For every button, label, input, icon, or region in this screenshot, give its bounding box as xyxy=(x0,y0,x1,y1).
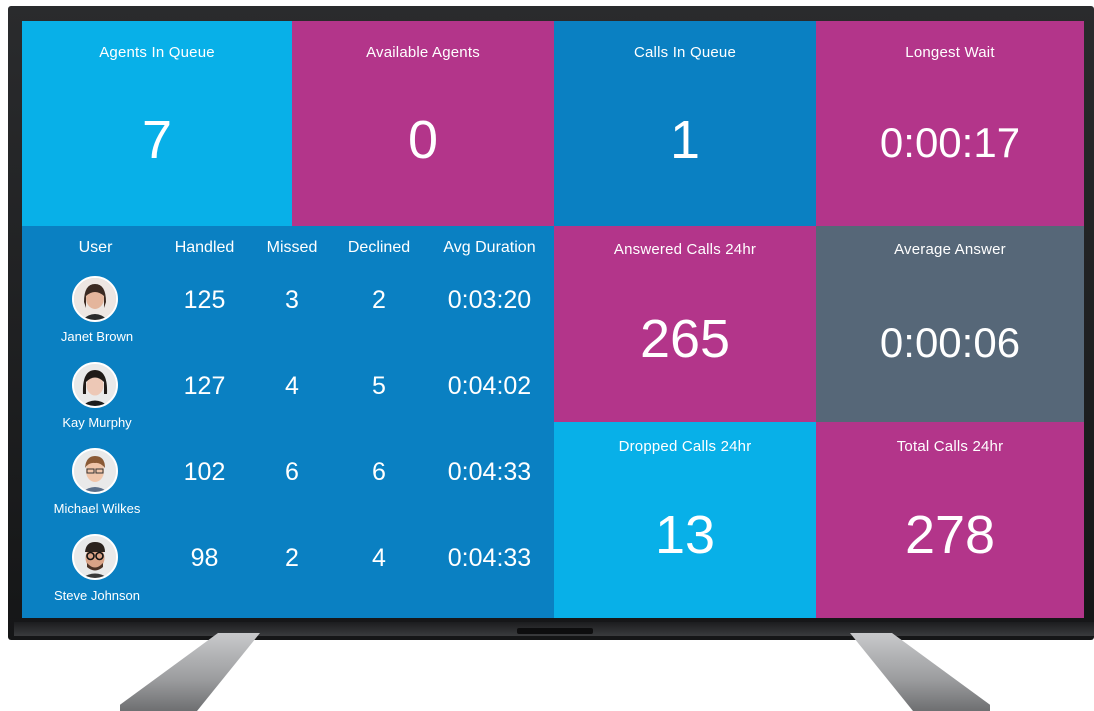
tile-answered-calls: Answered Calls 24hr 265 xyxy=(554,226,816,422)
handled-count: 98 xyxy=(190,544,219,572)
avatar-photo-icon xyxy=(72,276,118,322)
tile-calls-in-queue: Calls In Queue 1 xyxy=(554,21,816,226)
tile-value: 7 xyxy=(141,110,173,170)
agent-name: Kay Murphy xyxy=(62,415,132,430)
tile-available-agents: Available Agents 0 xyxy=(292,21,554,226)
tile-label: Calls In Queue xyxy=(633,44,737,61)
declined-count: 4 xyxy=(372,544,386,572)
tile-value: 278 xyxy=(904,505,996,565)
tile-total-calls: Total Calls 24hr 278 xyxy=(816,422,1084,618)
tile-average-answer: Average Answer 0:00:06 xyxy=(816,226,1084,422)
missed-count: 3 xyxy=(285,286,299,314)
tile-value: 0:00:06 xyxy=(879,319,1021,366)
tv-stand-left-leg xyxy=(120,633,260,711)
avatar-photo-icon xyxy=(72,362,118,408)
tile-value: 265 xyxy=(639,309,731,369)
missed-count: 6 xyxy=(285,458,299,486)
tile-label: Answered Calls 24hr xyxy=(613,241,757,258)
agent-name: Janet Brown xyxy=(60,329,134,344)
tv-logo xyxy=(517,628,593,634)
handled-count: 125 xyxy=(183,286,226,314)
tile-label: Total Calls 24hr xyxy=(896,438,1004,455)
tile-label: Longest Wait xyxy=(905,44,995,61)
column-header-avg-duration: Avg Duration xyxy=(443,239,536,256)
agents-table: User Handled Missed Declined Avg Duratio… xyxy=(22,226,554,618)
column-header-missed: Missed xyxy=(266,239,318,256)
column-header-handled: Handled xyxy=(174,239,235,256)
tile-longest-wait: Longest Wait 0:00:17 xyxy=(816,21,1084,226)
tile-value: 13 xyxy=(654,505,716,565)
avg-duration: 0:04:33 xyxy=(447,544,532,572)
declined-count: 2 xyxy=(372,286,386,314)
declined-count: 5 xyxy=(372,372,386,400)
column-header-user: User xyxy=(78,239,113,256)
tile-label: Agents In Queue xyxy=(99,44,215,61)
avatar-photo-icon xyxy=(72,534,118,580)
avatar-photo-icon xyxy=(72,448,118,494)
tile-dropped-calls: Dropped Calls 24hr 13 xyxy=(554,422,816,618)
declined-count: 6 xyxy=(372,458,386,486)
column-header-declined: Declined xyxy=(347,239,411,256)
agent-name: Steve Johnson xyxy=(53,588,140,603)
agent-name: Michael Wilkes xyxy=(53,501,141,516)
tile-agents-in-queue: Agents In Queue 7 xyxy=(22,21,292,226)
missed-count: 2 xyxy=(285,544,299,572)
tile-value: 1 xyxy=(669,110,701,170)
avg-duration: 0:03:20 xyxy=(447,286,532,314)
tile-label: Available Agents xyxy=(366,44,480,61)
handled-count: 127 xyxy=(183,372,226,400)
tv-stand-right-leg xyxy=(850,633,990,711)
avg-duration: 0:04:33 xyxy=(447,458,532,486)
tile-value: 0:00:17 xyxy=(879,119,1021,166)
tile-value: 0 xyxy=(407,110,439,170)
tile-label: Average Answer xyxy=(894,241,1006,258)
dashboard-screen: Agents In Queue 7 Available Agents 0 Cal… xyxy=(22,21,1084,618)
missed-count: 4 xyxy=(285,372,299,400)
handled-count: 102 xyxy=(183,458,226,486)
avg-duration: 0:04:02 xyxy=(447,372,532,400)
tile-label: Dropped Calls 24hr xyxy=(618,438,752,455)
